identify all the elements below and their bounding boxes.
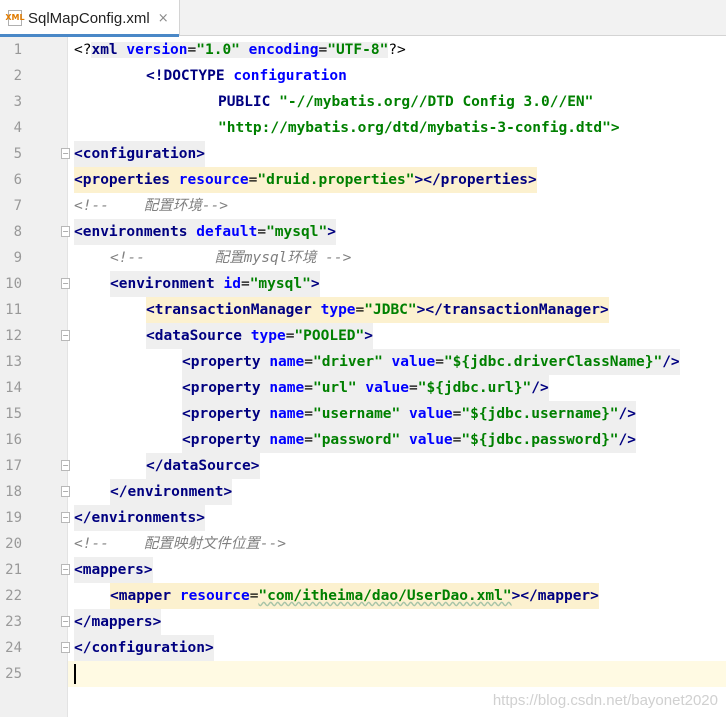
code-text: </environments> [74,505,205,531]
code-text: <property name="password" value="${jdbc.… [182,427,637,453]
close-icon[interactable]: × [158,11,169,26]
code-line-24: 24 − </configuration> [0,635,726,661]
code-text: <!DOCTYPE configuration [146,68,347,84]
code-line-23: 23 − </mappers> [0,609,726,635]
code-line-18: 18 − </environment> [0,479,726,505]
editor-tab-bar: XML SqlMapConfig.xml × [0,0,726,37]
line-number: 21 [5,562,22,578]
line-number: 25 [5,666,22,682]
code-text: <mappers> [74,557,153,583]
line-number: 11 [5,302,22,318]
code-text: <environment id="mysql"> [110,271,320,297]
code-text: <environments default="mysql"> [74,219,336,245]
code-comment: <!-- 配置映射文件位置--> [74,536,287,552]
code-line-22: 22 <mapper resource="com/itheima/dao/Use… [0,583,726,609]
text-caret [74,664,76,684]
code-line-16: 16 <property name="password" value="${jd… [0,427,726,453]
fold-marker-icon[interactable]: − [61,486,70,497]
line-number: 13 [5,354,22,370]
watermark: https://blog.csdn.net/bayonet2020 [492,692,718,709]
code-text: </configuration> [74,635,214,661]
code-line-17: 17 − </dataSource> [0,453,726,479]
code-line-21: 21 − <mappers> [0,557,726,583]
fold-marker-icon[interactable]: − [61,226,70,237]
code-text: <mapper resource="com/itheima/dao/UserDa… [110,583,599,609]
line-number: 1 [13,42,22,58]
fold-marker-icon[interactable]: − [61,512,70,523]
code-text: </mappers> [74,609,162,635]
line-number: 10 [5,276,22,292]
code-line-13: 13 <property name="driver" value="${jdbc… [0,349,726,375]
line-number: 7 [13,198,22,214]
code-text: PUBLIC "-//mybatis.org//DTD Config 3.0//… [218,94,594,110]
fold-marker-icon[interactable]: − [61,278,70,289]
code-line-2: 2 <!DOCTYPE configuration [0,63,726,89]
code-text: <properties resource="druid.properties">… [74,167,537,193]
code-line-25-current[interactable]: 25 [0,661,726,687]
line-number: 4 [13,120,22,136]
fold-marker-icon[interactable]: − [61,616,70,627]
fold-marker-icon[interactable]: − [61,564,70,575]
code-line-6: 6 <properties resource="druid.properties… [0,167,726,193]
code-line-12: 12 − <dataSource type="POOLED"> [0,323,726,349]
code-text: <?xml version="1.0" encoding="UTF-8"?> [74,42,406,58]
line-number: 17 [5,458,22,474]
line-number: 24 [5,640,22,656]
fold-marker-icon[interactable]: − [61,460,70,471]
code-line-19: 19 − </environments> [0,505,726,531]
line-number: 16 [5,432,22,448]
code-line-4: 4 "http://mybatis.org/dtd/mybatis-3-conf… [0,115,726,141]
code-text: "http://mybatis.org/dtd/mybatis-3-config… [218,120,620,136]
code-line-7: 7 <!-- 配置环境--> [0,193,726,219]
line-number: 3 [13,94,22,110]
code-line-8: 8 − <environments default="mysql"> [0,219,726,245]
line-number: 8 [13,224,22,240]
fold-marker-icon[interactable]: − [61,148,70,159]
line-number: 18 [5,484,22,500]
code-text: </dataSource> [146,453,260,479]
line-number: 9 [13,250,22,266]
code-line-1: 1 <?xml version="1.0" encoding="UTF-8"?> [0,37,726,63]
code-line-3: 3 PUBLIC "-//mybatis.org//DTD Config 3.0… [0,89,726,115]
fold-marker-icon[interactable]: − [61,642,70,653]
code-text: </environment> [110,479,233,505]
line-number: 19 [5,510,22,526]
line-number: 6 [13,172,22,188]
code-comment: <!-- 配置环境--> [74,198,229,214]
code-line-10: 10 − <environment id="mysql"> [0,271,726,297]
xml-file-icon: XML [5,10,25,26]
code-text: <property name="username" value="${jdbc.… [182,401,637,427]
line-number: 22 [5,588,22,604]
code-line-5: 5 − <configuration> [0,141,726,167]
tab-sqlmapconfig[interactable]: XML SqlMapConfig.xml × [0,0,180,37]
code-text: <dataSource type="POOLED"> [146,323,373,349]
code-line-11: 11 <transactionManager type="JDBC"></tra… [0,297,726,323]
current-line-highlight [68,661,726,687]
line-number: 12 [5,328,22,344]
line-number: 23 [5,614,22,630]
line-number: 14 [5,380,22,396]
fold-marker-icon[interactable]: − [61,330,70,341]
line-number: 15 [5,406,22,422]
code-editor[interactable]: 1 <?xml version="1.0" encoding="UTF-8"?>… [0,37,726,717]
line-number: 5 [13,146,22,162]
line-number: 2 [13,68,22,84]
code-line-20: 20 <!-- 配置映射文件位置--> [0,531,726,557]
code-line-15: 15 <property name="username" value="${jd… [0,401,726,427]
line-number: 20 [5,536,22,552]
code-text: <configuration> [74,141,205,167]
code-text: <transactionManager type="JDBC"></transa… [146,297,609,323]
code-line-14: 14 <property name="url" value="${jdbc.ur… [0,375,726,401]
code-text: <property name="driver" value="${jdbc.dr… [182,349,680,375]
code-text: <property name="url" value="${jdbc.url}"… [182,375,549,401]
tab-label: SqlMapConfig.xml [28,9,150,27]
code-comment: <!-- 配置mysql环境 --> [110,250,352,266]
code-line-9: 9 <!-- 配置mysql环境 --> [0,245,726,271]
